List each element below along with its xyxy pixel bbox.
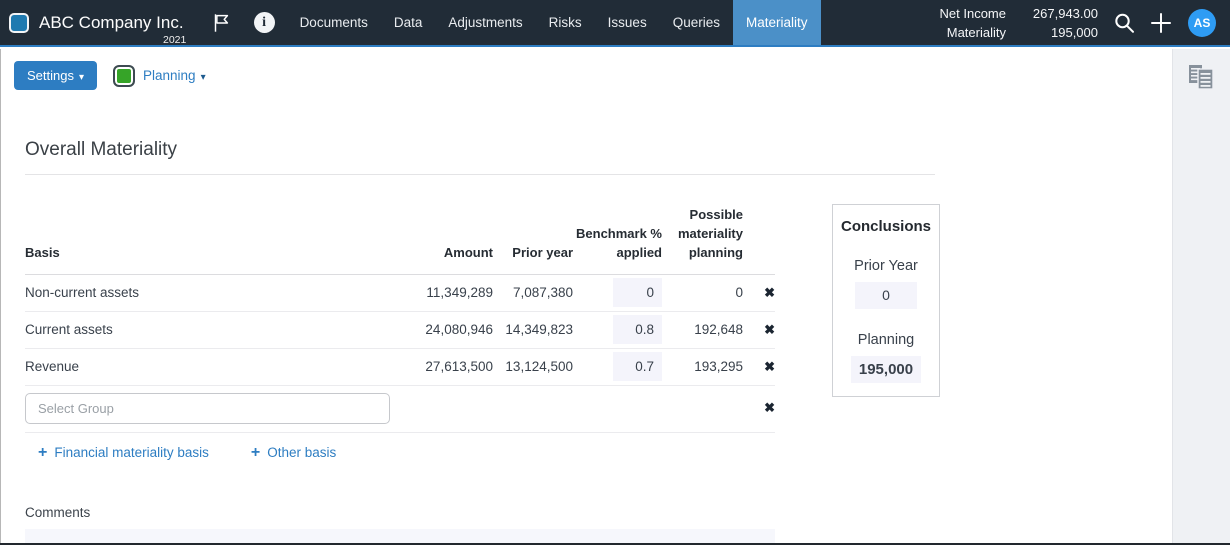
table-row: Non-current assets 11,349,289 7,087,380 … [25,275,775,312]
chevron-down-icon: ▾ [79,72,84,83]
main-nav: Documents Data Adjustments Risks Issues … [287,0,821,45]
possible-materiality-value: 0 [662,285,743,300]
basis-name: Current assets [25,322,368,337]
prior-year-label: Prior Year [833,258,939,274]
col-amount: Amount [368,244,493,263]
basis-name: Revenue [25,359,368,374]
select-group-input[interactable] [25,393,390,424]
remove-row-icon[interactable]: ✖ [764,285,775,300]
nav-documents[interactable]: Documents [287,0,381,45]
app-logo-icon[interactable] [9,13,29,33]
add-basis-links: +Financial materiality basis +Other basi… [25,444,775,462]
user-avatar[interactable]: AS [1188,9,1216,37]
documents-panel-icon[interactable] [1187,63,1217,91]
page-title: Overall Materiality [25,139,935,175]
planning-dropdown[interactable]: Planning▾ [143,68,206,83]
engagement-year: 2021 [163,34,186,46]
nav-queries[interactable]: Queries [660,0,733,45]
materiality-summary: Net Income 267,943.00 Materiality 195,00… [940,6,1098,40]
net-income-value: 267,943.00 [1018,6,1098,21]
col-basis: Basis [25,244,368,263]
col-prior-year: Prior year [493,244,573,263]
top-navigation-bar: ABC Company Inc. 2021 i Documents Data A… [0,0,1230,47]
nav-issues[interactable]: Issues [595,0,660,45]
flag-icon[interactable] [210,12,232,34]
materiality-table: Basis Amount Prior year Benchmark % appl… [25,206,775,462]
plus-icon: + [251,444,260,462]
comments-label: Comments [25,505,1230,520]
benchmark-input[interactable]: 0 [613,278,662,307]
benchmark-input[interactable]: 0.8 [613,315,662,344]
planning-materiality-value[interactable]: 195,000 [851,356,921,383]
window-left-edge [0,49,1,545]
search-icon[interactable] [1112,11,1136,35]
nav-risks[interactable]: Risks [536,0,595,45]
remove-row-icon[interactable]: ✖ [764,322,775,337]
planning-status-icon[interactable] [113,65,135,87]
prior-year-value: 14,349,823 [493,322,573,337]
conclusions-title: Conclusions [833,218,939,235]
conclusions-panel: Conclusions Prior Year 0 Planning 195,00… [832,204,940,397]
net-income-label: Net Income [940,6,1006,21]
add-financial-materiality-basis-link[interactable]: +Financial materiality basis [38,444,209,462]
main-content: Settings▾ Planning▾ Overall Materiality … [0,61,1230,545]
benchmark-input[interactable]: 0.7 [613,352,662,381]
add-icon[interactable] [1148,10,1174,36]
company-name[interactable]: ABC Company Inc. [39,13,184,33]
col-possible-materiality: Possible materiality planning [662,206,743,263]
possible-materiality-value: 192,648 [662,322,743,337]
plus-icon: + [38,444,47,462]
comments-section: Comments [25,505,1230,545]
new-basis-row: ✖ [25,386,775,433]
chevron-down-icon: ▾ [201,72,206,83]
add-other-basis-link[interactable]: +Other basis [251,444,336,462]
materiality-label: Materiality [940,25,1006,40]
settings-button[interactable]: Settings▾ [14,61,97,90]
nav-adjustments[interactable]: Adjustments [435,0,535,45]
nav-materiality[interactable]: Materiality [733,0,821,45]
remove-row-icon[interactable]: ✖ [764,400,775,415]
amount-value: 27,613,500 [368,359,493,374]
table-row: Revenue 27,613,500 13,124,500 0.7 193,29… [25,349,775,386]
amount-value: 11,349,289 [368,285,493,300]
nav-data[interactable]: Data [381,0,436,45]
possible-materiality-value: 193,295 [662,359,743,374]
basis-name: Non-current assets [25,285,368,300]
info-icon[interactable]: i [254,12,275,33]
prior-year-value: 7,087,380 [493,285,573,300]
table-row: Current assets 24,080,946 14,349,823 0.8… [25,312,775,349]
right-sidebar [1172,49,1230,543]
materiality-value: 195,000 [1018,25,1098,40]
col-benchmark: Benchmark % applied [573,225,662,263]
planning-label: Planning [833,332,939,348]
page-toolbar: Settings▾ Planning▾ [14,61,1230,90]
table-header-row: Basis Amount Prior year Benchmark % appl… [25,206,775,275]
prior-year-value: 13,124,500 [493,359,573,374]
amount-value: 24,080,946 [368,322,493,337]
remove-row-icon[interactable]: ✖ [764,359,775,374]
prior-year-materiality-value[interactable]: 0 [855,282,917,309]
